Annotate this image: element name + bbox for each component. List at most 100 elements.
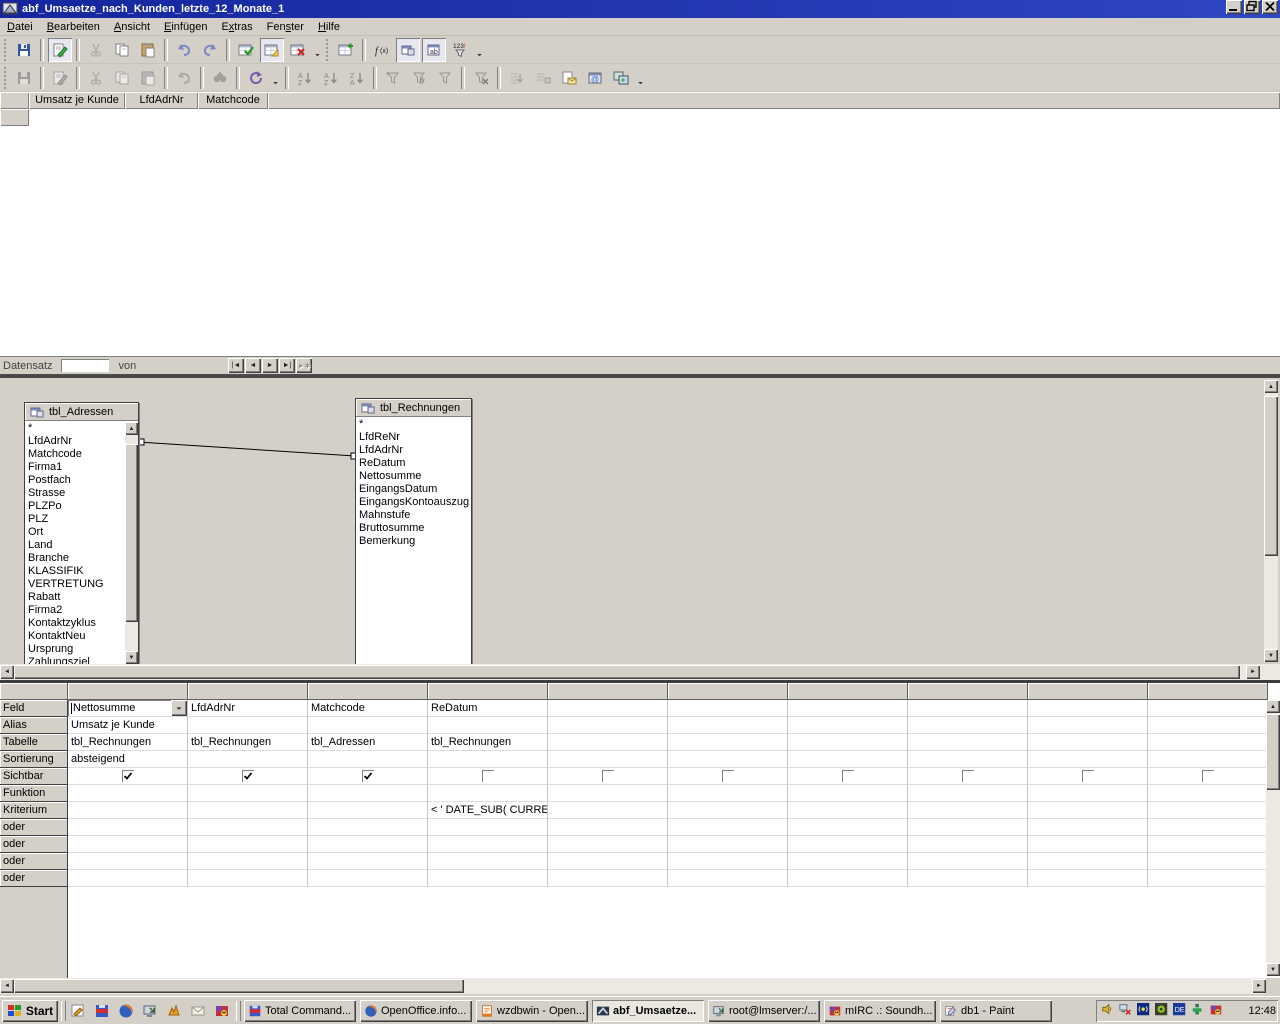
- field-item[interactable]: EingangsKontoauszug: [359, 496, 472, 509]
- table-name-button[interactable]: [396, 38, 420, 62]
- task-button-wzdbwin-open[interactable]: wzdbwin - Open...: [476, 1000, 588, 1022]
- field-item[interactable]: LfdAdrNr: [359, 444, 472, 457]
- grid-cell-oder-col7[interactable]: [788, 819, 908, 836]
- cut-button[interactable]: [84, 66, 108, 90]
- visible-checkbox-checked[interactable]: [122, 770, 134, 782]
- grid-cell-feld-col9[interactable]: [1028, 700, 1148, 717]
- toolbar-grip[interactable]: [3, 39, 8, 61]
- task-button-mirc-soundh[interactable]: mIRC .: Soundh...: [824, 1000, 936, 1022]
- grid-cell-oder-col3[interactable]: [308, 819, 428, 836]
- undo-button[interactable]: [172, 38, 196, 62]
- start-button[interactable]: Start: [2, 1000, 58, 1022]
- menu-fenster[interactable]: Fenster: [260, 19, 311, 35]
- field-item[interactable]: Postfach: [28, 474, 126, 487]
- add-table-button[interactable]: [334, 38, 358, 62]
- column-header-lfdadrnr[interactable]: LfdAdrNr: [125, 92, 198, 109]
- distinct-values-button[interactable]: 123!: [448, 38, 472, 62]
- datasheet-row-selector[interactable]: [0, 109, 29, 126]
- tray-signal-icon[interactable]: [1136, 1004, 1153, 1019]
- grid-cell-oder-col8[interactable]: [908, 853, 1028, 870]
- scroll-down-button[interactable]: ▼: [1264, 649, 1278, 662]
- scrollbar-thumb[interactable]: [1264, 396, 1278, 556]
- grid-cell-oder-col3[interactable]: [308, 836, 428, 853]
- grid-cell-alias-col8[interactable]: [908, 717, 1028, 734]
- design-view-button[interactable]: [260, 38, 284, 62]
- grid-cell-feld-col4[interactable]: ReDatum: [428, 700, 548, 717]
- grid-cell-funktion-col5[interactable]: [548, 785, 668, 802]
- explorer-button[interactable]: [609, 66, 633, 90]
- grid-horizontal-scrollbar[interactable]: ◄►: [0, 978, 1280, 994]
- field-item[interactable]: LfdAdrNr: [28, 435, 126, 448]
- grid-row-label[interactable]: Alias: [0, 717, 68, 734]
- grid-cell-oder-col8[interactable]: [908, 836, 1028, 853]
- grid-cell-oder-col1[interactable]: [68, 836, 188, 853]
- grid-row-label[interactable]: Feld: [0, 700, 68, 717]
- grid-row-label[interactable]: Tabelle: [0, 734, 68, 751]
- field-item[interactable]: Ort: [28, 526, 126, 539]
- grid-column-header[interactable]: [68, 683, 188, 700]
- grid-column-header[interactable]: [188, 683, 308, 700]
- edit-data-button[interactable]: [48, 38, 72, 62]
- toolbar-more-dropdown[interactable]: [634, 67, 647, 89]
- field-item[interactable]: Matchcode: [28, 448, 126, 461]
- refresh-more-dropdown[interactable]: [269, 67, 282, 89]
- tray-network-error-icon[interactable]: [1118, 1004, 1135, 1019]
- grid-cell-tabelle-col3[interactable]: tbl_Adressen: [308, 734, 428, 751]
- grid-cell-sichtbar-col4[interactable]: [428, 768, 548, 785]
- datasheet-corner-cell[interactable]: [0, 92, 29, 109]
- grid-cell-oder-col6[interactable]: [668, 853, 788, 870]
- visible-checkbox[interactable]: [602, 770, 614, 782]
- grid-cell-funktion-col1[interactable]: [68, 785, 188, 802]
- tray-volume-icon[interactable]: [1100, 1004, 1117, 1019]
- field-item[interactable]: VERTRETUNG: [28, 578, 126, 591]
- grid-cell-alias-col6[interactable]: [668, 717, 788, 734]
- grid-cell-feld-col8[interactable]: [908, 700, 1028, 717]
- grid-cell-alias-col10[interactable]: [1148, 717, 1268, 734]
- grid-column-header[interactable]: [1028, 683, 1148, 700]
- field-item[interactable]: ReDatum: [359, 457, 472, 470]
- field-item[interactable]: PLZ: [28, 513, 126, 526]
- design-vertical-scrollbar[interactable]: ▲▼: [1264, 380, 1278, 662]
- grid-cell-oder-col3[interactable]: [308, 870, 428, 887]
- scroll-down-button[interactable]: ▼: [125, 651, 138, 664]
- field-item[interactable]: Bemerkung: [359, 535, 472, 548]
- grid-cell-funktion-col2[interactable]: [188, 785, 308, 802]
- grid-cell-oder-col2[interactable]: [188, 870, 308, 887]
- remove-filter-button[interactable]: [469, 66, 493, 90]
- field-combo-value[interactable]: Nettosumme: [73, 702, 135, 714]
- tray-agent-icon[interactable]: [1190, 1004, 1207, 1019]
- column-header-umsatz-je-kunde[interactable]: Umsatz je Kunde: [29, 92, 125, 109]
- grid-cell-oder-col10[interactable]: [1148, 853, 1268, 870]
- grid-cell-tabelle-col8[interactable]: [908, 734, 1028, 751]
- grid-cell-oder-col8[interactable]: [908, 819, 1028, 836]
- quick-launch-media-app[interactable]: [164, 1002, 184, 1020]
- grid-cell-tabelle-col7[interactable]: [788, 734, 908, 751]
- field-list-scrollbar[interactable]: ▲▼: [125, 422, 138, 664]
- sort-button[interactable]: AZ: [293, 66, 317, 90]
- next-record-button[interactable]: ►: [262, 358, 278, 373]
- scroll-up-button[interactable]: ▲: [1266, 700, 1280, 713]
- scroll-up-button[interactable]: ▲: [1264, 380, 1278, 393]
- grid-cell-oder-col6[interactable]: [668, 870, 788, 887]
- minimize-button[interactable]: [1226, 0, 1242, 14]
- grid-cell-oder-col7[interactable]: [788, 870, 908, 887]
- task-button-openoffice-info[interactable]: OpenOffice.info...: [360, 1000, 472, 1022]
- task-button-db1-paint[interactable]: db1 - Paint: [940, 1000, 1052, 1022]
- visible-checkbox-checked[interactable]: [362, 770, 374, 782]
- grid-cell-feld-col6[interactable]: [668, 700, 788, 717]
- last-record-button[interactable]: ►|: [279, 358, 295, 373]
- scrollbar-thumb[interactable]: [14, 979, 464, 993]
- data-in-fields-button[interactable]: [531, 66, 555, 90]
- field-item[interactable]: *: [359, 418, 472, 431]
- field-item[interactable]: Nettosumme: [359, 470, 472, 483]
- scroll-down-button[interactable]: ▼: [1266, 963, 1280, 976]
- functions-button[interactable]: f(x): [370, 38, 394, 62]
- grid-cell-oder-col9[interactable]: [1028, 853, 1148, 870]
- sort-ascending-button[interactable]: AZ: [319, 66, 343, 90]
- grid-row-label[interactable]: Sortierung: [0, 751, 68, 768]
- grid-cell-alias-col4[interactable]: [428, 717, 548, 734]
- grid-cell-sortierung-col2[interactable]: [188, 751, 308, 768]
- grid-cell-oder-col1[interactable]: [68, 819, 188, 836]
- tray-nvidia-icon[interactable]: [1154, 1004, 1171, 1019]
- field-item[interactable]: PLZPo: [28, 500, 126, 513]
